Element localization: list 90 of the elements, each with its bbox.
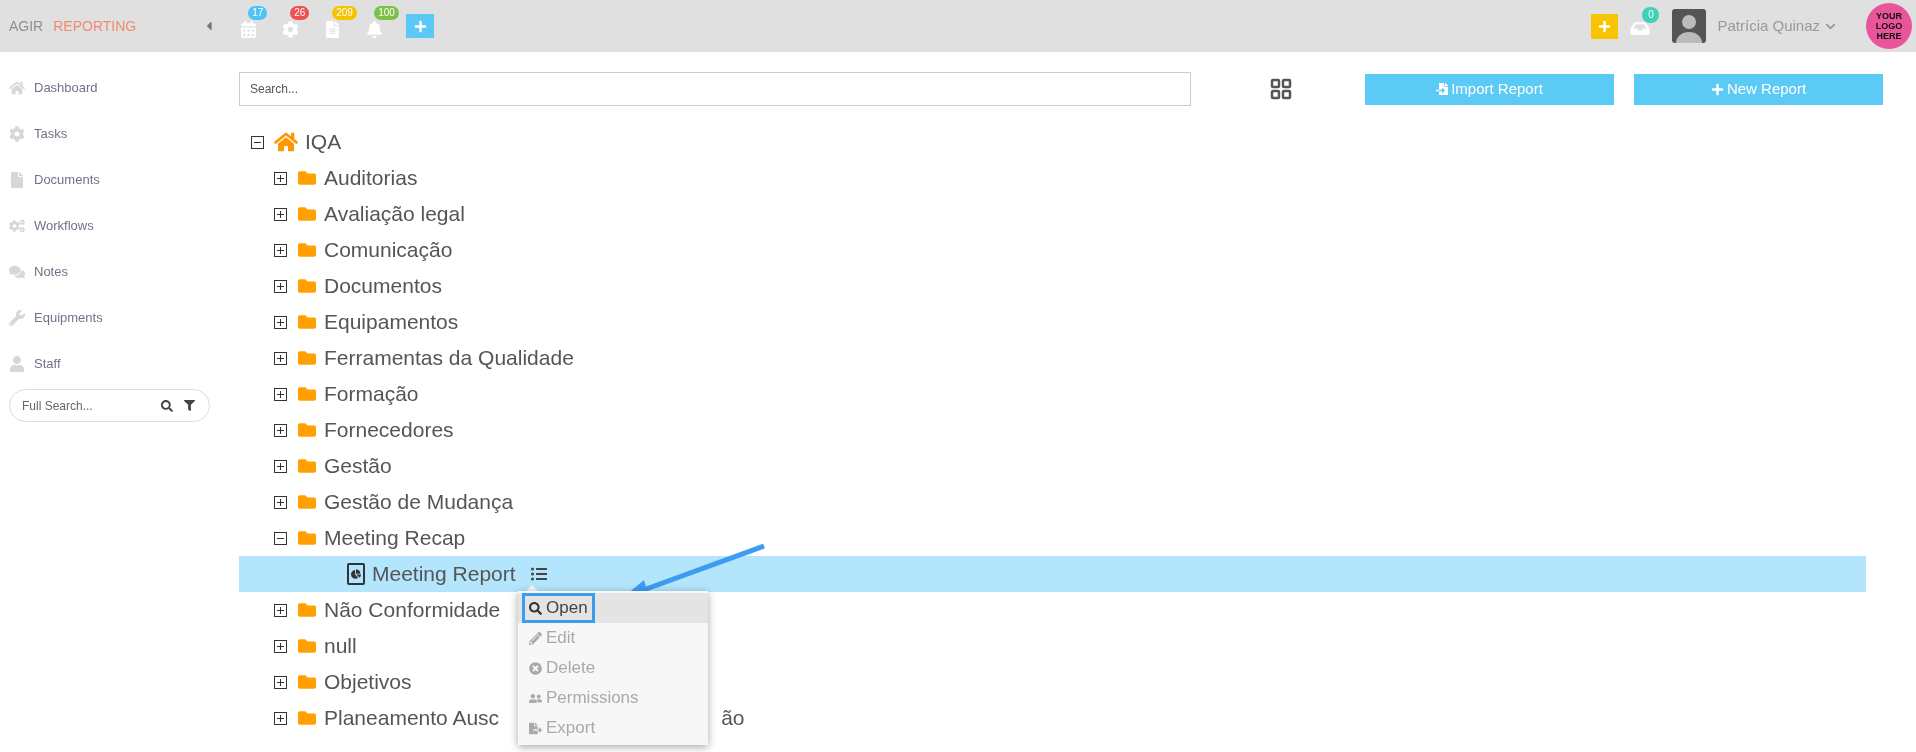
home-icon xyxy=(9,79,25,96)
sidebar-item[interactable]: Notes xyxy=(9,248,230,295)
expand-toggle[interactable] xyxy=(274,639,287,653)
tree-item[interactable]: Avaliação legal xyxy=(324,198,465,230)
expand-toggle[interactable] xyxy=(274,603,287,617)
full-search-field[interactable]: Full Search... xyxy=(9,389,210,422)
expand-toggle[interactable] xyxy=(274,459,287,473)
plus-icon xyxy=(1598,19,1612,33)
folder-icon xyxy=(297,277,317,295)
tree-item[interactable]: Não Conformidade xyxy=(324,594,501,626)
tree-item[interactable]: null xyxy=(324,630,357,662)
folder-icon xyxy=(297,673,317,691)
folder-icon xyxy=(297,205,317,223)
export-icon xyxy=(529,721,542,735)
sidebar-item[interactable]: Documents xyxy=(9,156,230,203)
tree-item[interactable]: Auditorias xyxy=(324,162,418,194)
tree-item[interactable]: Gestão xyxy=(324,450,392,482)
folder-icon xyxy=(297,493,317,511)
expand-toggle[interactable] xyxy=(274,171,287,185)
close-icon xyxy=(529,661,542,675)
company-logo: YOUR LOGO HERE xyxy=(1866,3,1912,49)
expand-toggle[interactable] xyxy=(274,243,287,257)
pencil-icon xyxy=(529,631,542,645)
collapse-toggle[interactable] xyxy=(251,135,264,149)
folder-icon xyxy=(297,421,317,439)
grid-view-icon[interactable] xyxy=(1269,77,1293,101)
chat-icon xyxy=(9,263,25,280)
filter-icon[interactable] xyxy=(184,400,195,411)
expand-toggle[interactable] xyxy=(274,387,287,401)
sidebar-item[interactable]: Tasks xyxy=(9,110,230,157)
expand-toggle[interactable] xyxy=(274,711,287,725)
home-icon xyxy=(274,131,298,153)
sidebar-item[interactable]: Dashboard xyxy=(9,64,230,111)
count-badge: 17 xyxy=(248,6,268,20)
folder-icon xyxy=(297,349,317,367)
person-icon xyxy=(9,355,25,372)
folder-icon xyxy=(297,385,317,403)
report-icon xyxy=(347,563,365,585)
folder-icon xyxy=(297,313,317,331)
gear-icon xyxy=(9,125,25,142)
search-icon[interactable] xyxy=(161,400,173,412)
sidebar-item[interactable]: Workflows xyxy=(9,202,230,249)
expand-toggle[interactable] xyxy=(274,207,287,221)
count-badge: 26 xyxy=(290,6,310,20)
sidebar-item[interactable]: Equipments xyxy=(9,294,230,341)
tree-item[interactable]: Objetivos xyxy=(324,666,412,698)
folder-icon xyxy=(297,709,317,727)
tree-item-end: ão xyxy=(721,705,745,732)
folder-icon xyxy=(297,169,317,187)
expand-toggle[interactable] xyxy=(274,423,287,437)
tree-item[interactable]: IQA xyxy=(305,126,342,158)
collapse-toggle[interactable] xyxy=(274,531,287,545)
gears-icon xyxy=(9,217,25,234)
plus-icon xyxy=(413,19,427,33)
people-icon xyxy=(529,691,542,705)
count-badge: 209 xyxy=(332,6,357,20)
folder-icon xyxy=(297,601,317,619)
search-field[interactable]: Search... xyxy=(239,72,1191,106)
tree-item[interactable]: Meeting Report xyxy=(372,558,516,590)
folder-icon xyxy=(297,529,317,547)
wrench-icon xyxy=(9,309,25,326)
expand-toggle[interactable] xyxy=(274,315,287,329)
tree-item[interactable]: Formação xyxy=(324,378,419,410)
folder-icon xyxy=(297,241,317,259)
count-badge: 100 xyxy=(374,6,399,20)
menu-item[interactable]: Open xyxy=(522,593,595,623)
tree-item[interactable]: Meeting Recap xyxy=(324,522,466,554)
tree-item[interactable]: Equipamentos xyxy=(324,306,459,338)
folder-icon xyxy=(297,457,317,475)
avatar[interactable] xyxy=(1672,9,1707,43)
count-badge: 0 xyxy=(1642,7,1660,23)
document-icon xyxy=(9,171,25,188)
tree-item[interactable]: Documentos xyxy=(324,270,442,302)
expand-toggle[interactable] xyxy=(274,351,287,365)
search-icon xyxy=(529,601,542,615)
expand-toggle[interactable] xyxy=(274,279,287,293)
brand-name: AGIR xyxy=(9,16,44,36)
tree-item[interactable]: Comunicação xyxy=(324,234,453,266)
plus-icon xyxy=(1710,82,1724,96)
tree-item[interactable]: Ferramentas da Qualidade xyxy=(324,342,574,374)
module-name: REPORTING xyxy=(53,16,137,36)
tree-item[interactable]: Fornecedores xyxy=(324,414,454,446)
collapse-icon[interactable] xyxy=(204,19,215,33)
tree-item[interactable]: Planeamento Ausc xyxy=(324,702,500,734)
tree-item[interactable]: Gestão de Mudança xyxy=(324,486,514,518)
sidebar-item[interactable]: Staff xyxy=(9,340,230,387)
expand-toggle[interactable] xyxy=(274,675,287,689)
folder-icon xyxy=(297,637,317,655)
menu-icon[interactable] xyxy=(529,566,548,582)
expand-toggle[interactable] xyxy=(274,495,287,509)
